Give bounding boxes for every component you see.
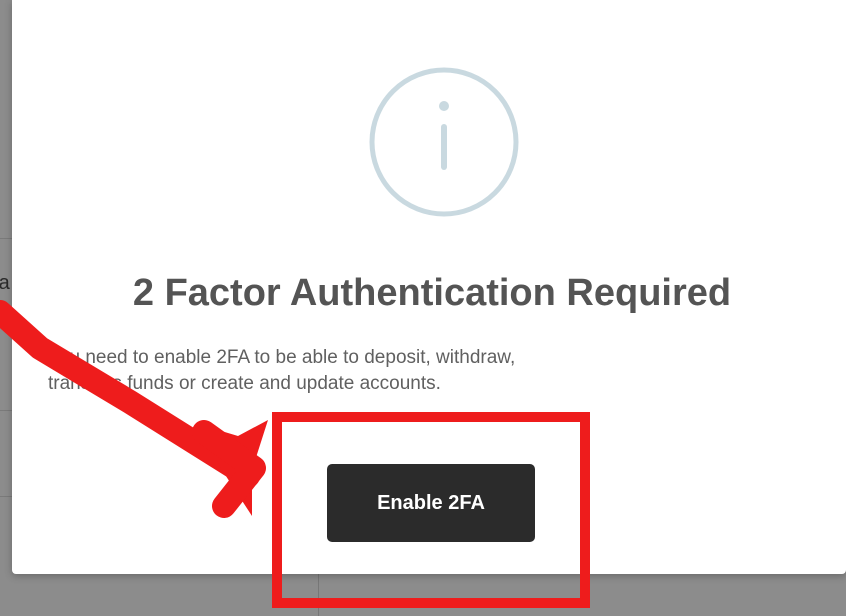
- background-partial-text: ra: [0, 272, 10, 294]
- modal-title: 2 Factor Authentication Required: [132, 272, 732, 314]
- modal-message-line: transfers funds or create and update acc…: [48, 373, 441, 394]
- modal-message: You need to enable 2FA to be able to dep…: [48, 345, 768, 397]
- info-icon: [369, 67, 519, 217]
- modal-message-line: You need to enable 2FA to be able to dep…: [48, 347, 516, 368]
- red-highlight-box: [272, 412, 590, 608]
